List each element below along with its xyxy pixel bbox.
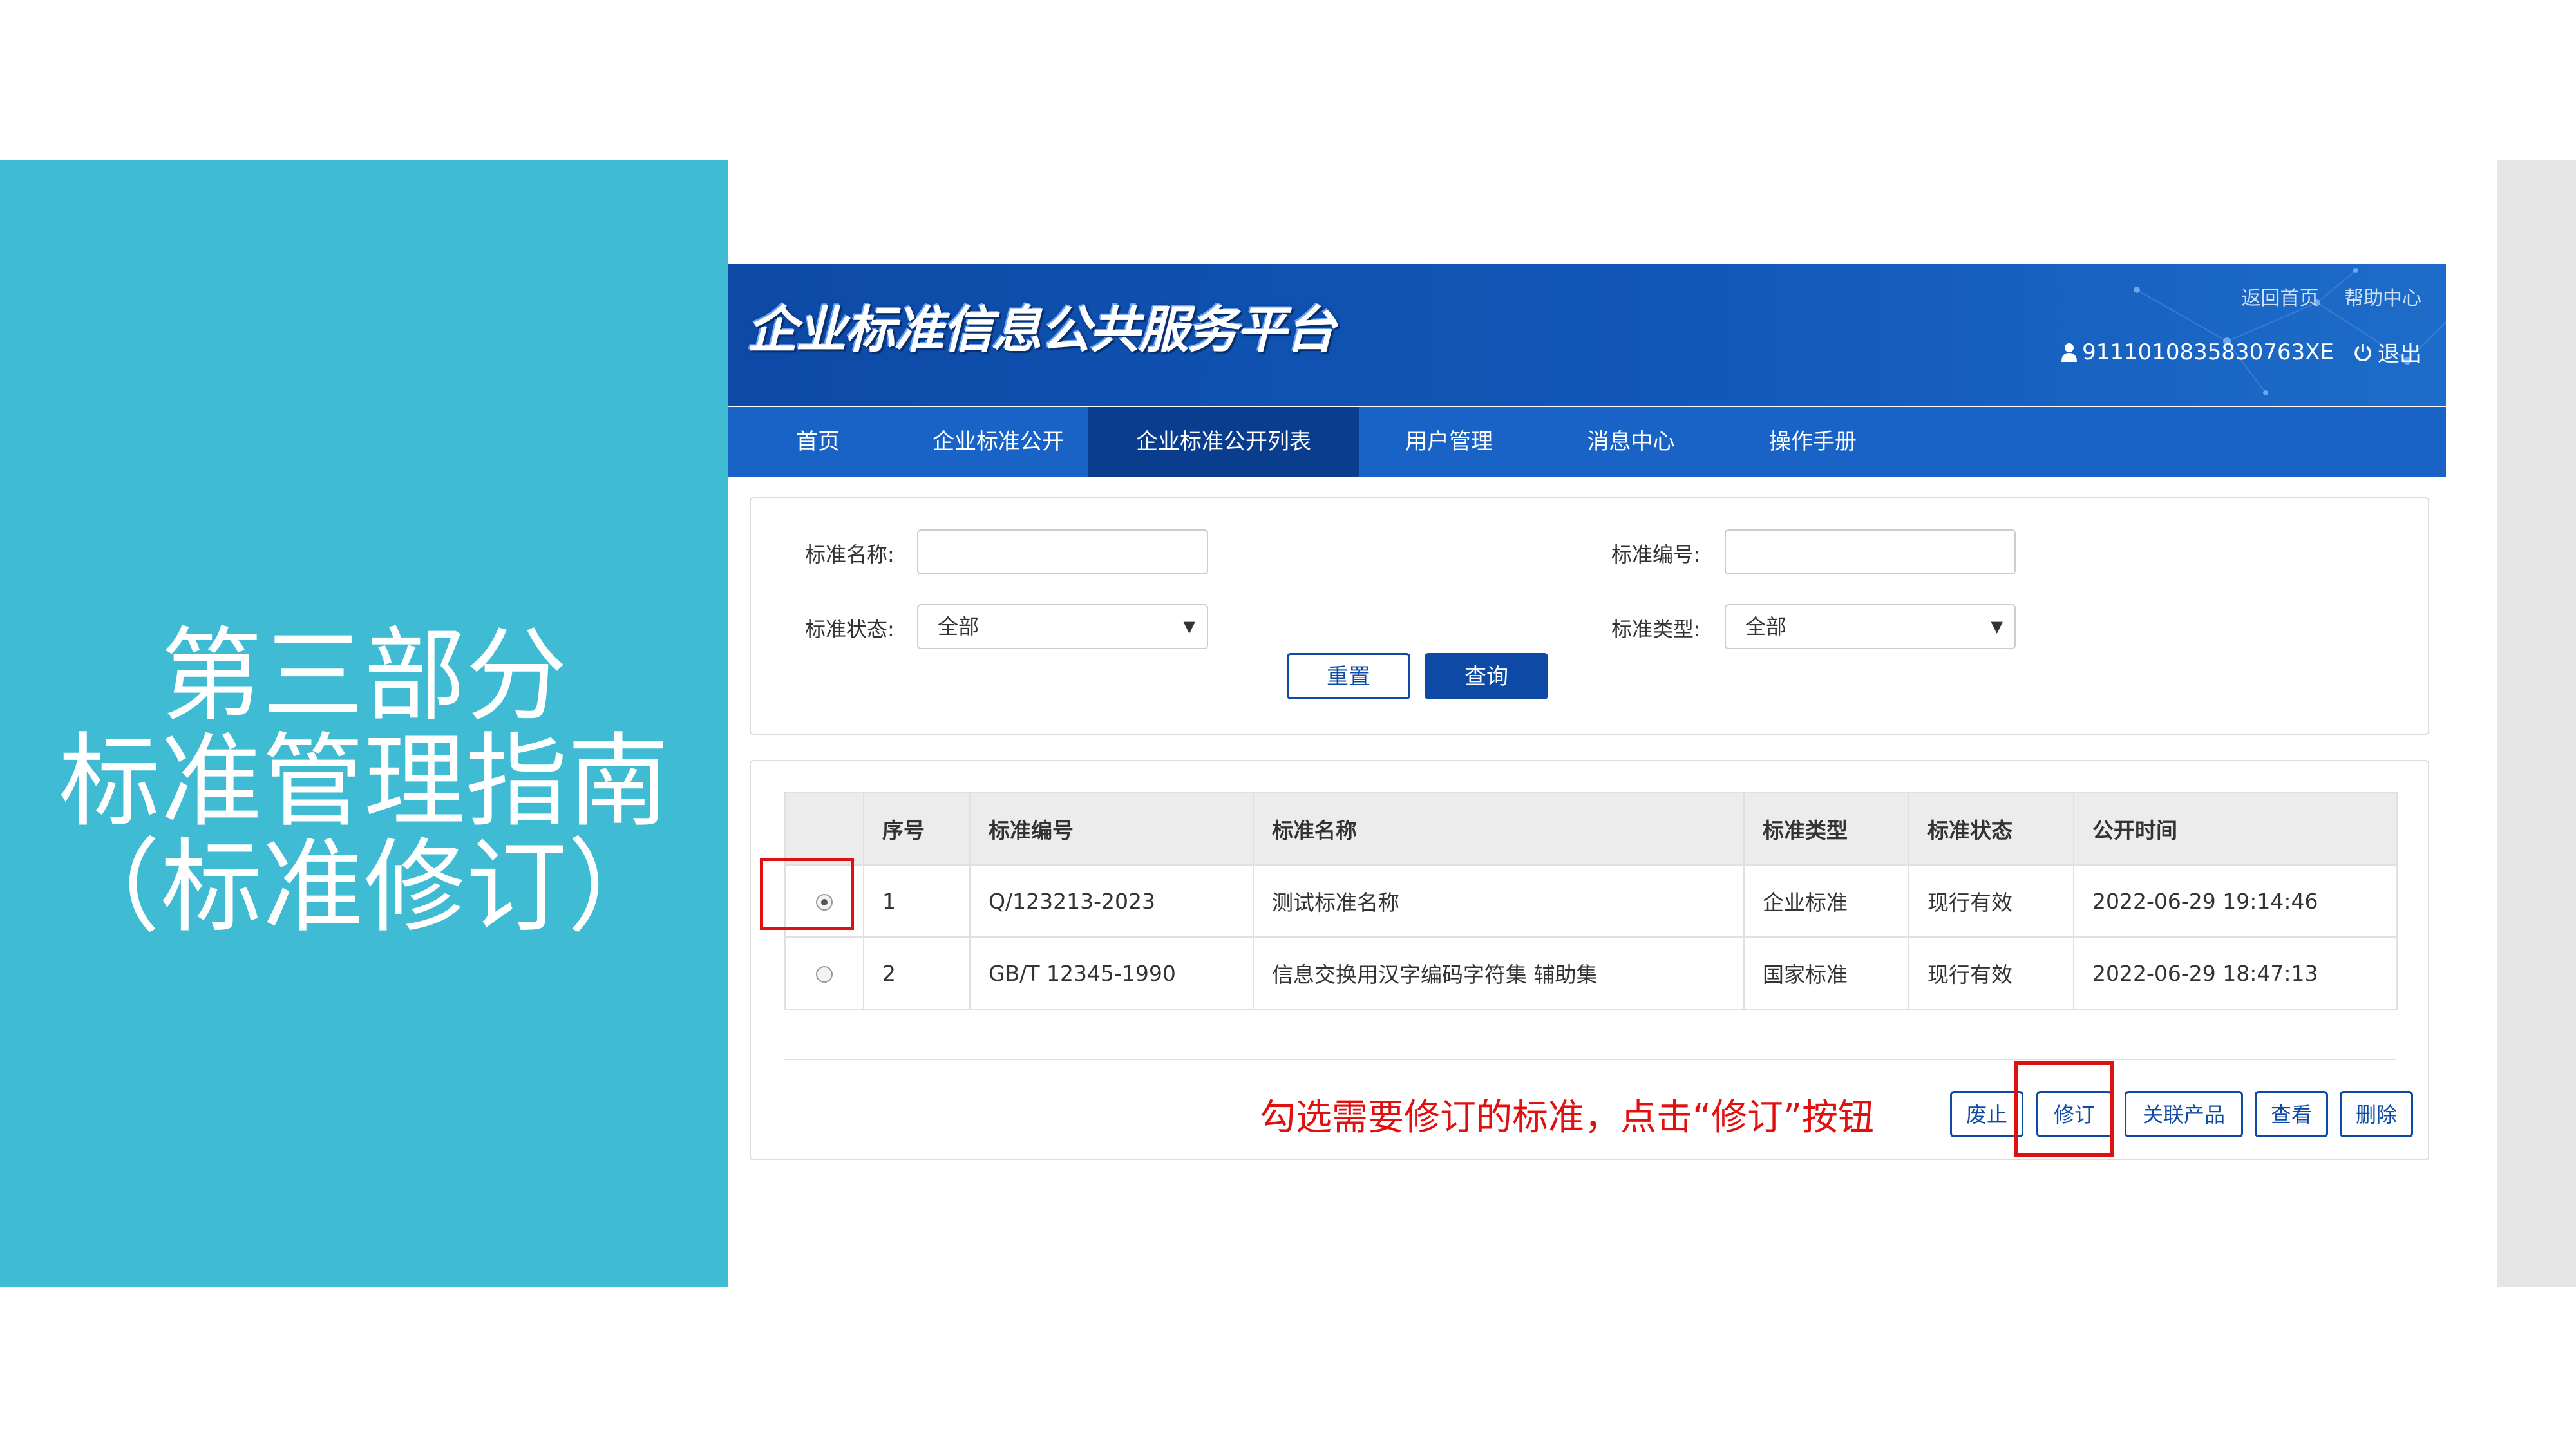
reset-button[interactable]: 重置: [1287, 653, 1410, 699]
standard-type-select[interactable]: 全部 ▼: [1725, 604, 2016, 649]
related-products-button[interactable]: 关联产品: [2125, 1091, 2243, 1137]
caret-down-icon: ▼: [1183, 618, 1195, 636]
main-nav: 首页 企业标准公开 企业标准公开列表 用户管理 消息中心 操作手册: [728, 407, 2446, 477]
revise-highlight-box: [2014, 1061, 2114, 1157]
nav-item-user-management[interactable]: 用户管理: [1359, 407, 1539, 477]
row-radio[interactable]: [816, 966, 833, 983]
nav-item-standard-list[interactable]: 企业标准公开列表: [1088, 407, 1359, 477]
row-name: 信息交换用汉字编码字符集 辅助集: [1253, 936, 1745, 1010]
slide-title-line-3: （标准修订）: [59, 828, 669, 947]
nav-item-message-center[interactable]: 消息中心: [1539, 407, 1723, 477]
nav-item-manual[interactable]: 操作手册: [1723, 407, 1903, 477]
logout-label: 退出: [2378, 341, 2421, 367]
slide-title-line-2: 标准管理指南: [59, 723, 669, 841]
platform-logo[interactable]: 企业标准信息公共服务平台: [747, 290, 1336, 362]
home-link[interactable]: 返回首页: [2241, 287, 2318, 310]
table-row[interactable]: 1 Q/123213-2023 测试标准名称 企业标准 现行有效 2022-06…: [784, 864, 2398, 938]
row-type: 企业标准: [1743, 864, 1909, 938]
standard-status-label: 标准状态:: [805, 617, 895, 641]
row-time: 2022-06-29 19:14:46: [2073, 864, 2398, 938]
actions-divider: [784, 1059, 2396, 1060]
help-link[interactable]: 帮助中心: [2344, 287, 2421, 310]
nav-item-standard-publish[interactable]: 企业标准公开: [908, 407, 1088, 477]
table-header-name: 标准名称: [1253, 792, 1745, 866]
instruction-hint: 勾选需要修订的标准，点击“修订”按钮: [1260, 1097, 1875, 1139]
abolish-button[interactable]: 废止: [1950, 1091, 2023, 1137]
query-button[interactable]: 查询: [1425, 653, 1548, 699]
row-type: 国家标准: [1743, 936, 1909, 1010]
row-status: 现行有效: [1908, 864, 2074, 938]
table-header-select: [784, 792, 864, 866]
table-header-seq: 序号: [863, 792, 971, 866]
caret-down-icon: ▼: [1991, 618, 2003, 636]
delete-button[interactable]: 删除: [2340, 1091, 2413, 1137]
user-info: 9111010835830763XE 退出: [2061, 336, 2421, 368]
table-header-code: 标准编号: [969, 792, 1254, 866]
slide-gray-strip: [2497, 160, 2576, 1287]
standard-status-select[interactable]: 全部 ▼: [917, 604, 1208, 649]
slide-title: 第三部分 标准管理指南 （标准修订）: [0, 623, 728, 940]
standard-type-label: 标准类型:: [1611, 617, 1701, 641]
radio-highlight-box: [760, 858, 854, 930]
table-header-type: 标准类型: [1743, 792, 1909, 866]
user-id: 9111010835830763XE: [2082, 339, 2334, 365]
user-icon: [2061, 343, 2078, 362]
platform-header: 企业标准信息公共服务平台 返回首页 帮助中心 9111010835830763X…: [728, 264, 2446, 406]
row-code: GB/T 12345-1990: [969, 936, 1254, 1010]
standards-table: 序号 标准编号 标准名称 标准类型 标准状态 公开时间 1 Q/123213-2…: [784, 792, 2398, 1010]
list-panel: 序号 标准编号 标准名称 标准类型 标准状态 公开时间 1 Q/123213-2…: [750, 760, 2429, 1160]
row-code: Q/123213-2023: [969, 864, 1254, 938]
table-header-status: 标准状态: [1908, 792, 2074, 866]
nav-item-home[interactable]: 首页: [728, 407, 908, 477]
row-seq: 2: [863, 936, 971, 1010]
standard-type-value: 全部: [1745, 614, 1787, 639]
row-seq: 1: [863, 864, 971, 938]
standard-code-label: 标准编号:: [1611, 542, 1701, 567]
standard-status-value: 全部: [938, 614, 980, 639]
standard-name-input[interactable]: [917, 529, 1208, 574]
table-row[interactable]: 2 GB/T 12345-1990 信息交换用汉字编码字符集 辅助集 国家标准 …: [784, 936, 2398, 1010]
slide-side-panel: 第三部分 标准管理指南 （标准修订）: [0, 160, 728, 1287]
view-button[interactable]: 查看: [2255, 1091, 2328, 1137]
table-header-time: 公开时间: [2073, 792, 2398, 866]
row-select-cell: [784, 936, 864, 1010]
standard-code-input[interactable]: [1725, 529, 2016, 574]
standard-name-label: 标准名称:: [805, 542, 895, 567]
power-icon: [2354, 343, 2371, 361]
slide-title-line-1: 第三部分: [160, 617, 567, 735]
search-panel: 标准名称: 标准编号: 标准状态: 全部 ▼ 标准类型: 全部 ▼ 重置 查询: [750, 497, 2429, 735]
row-name: 测试标准名称: [1253, 864, 1745, 938]
table-header-row: 序号 标准编号 标准名称 标准类型 标准状态 公开时间: [784, 792, 2398, 866]
platform-screenshot: 企业标准信息公共服务平台 返回首页 帮助中心 9111010835830763X…: [728, 264, 2446, 1179]
row-status: 现行有效: [1908, 936, 2074, 1010]
logout-button[interactable]: 退出: [2353, 336, 2421, 368]
row-time: 2022-06-29 18:47:13: [2073, 936, 2398, 1010]
top-links: 返回首页 帮助中心: [2222, 282, 2421, 310]
